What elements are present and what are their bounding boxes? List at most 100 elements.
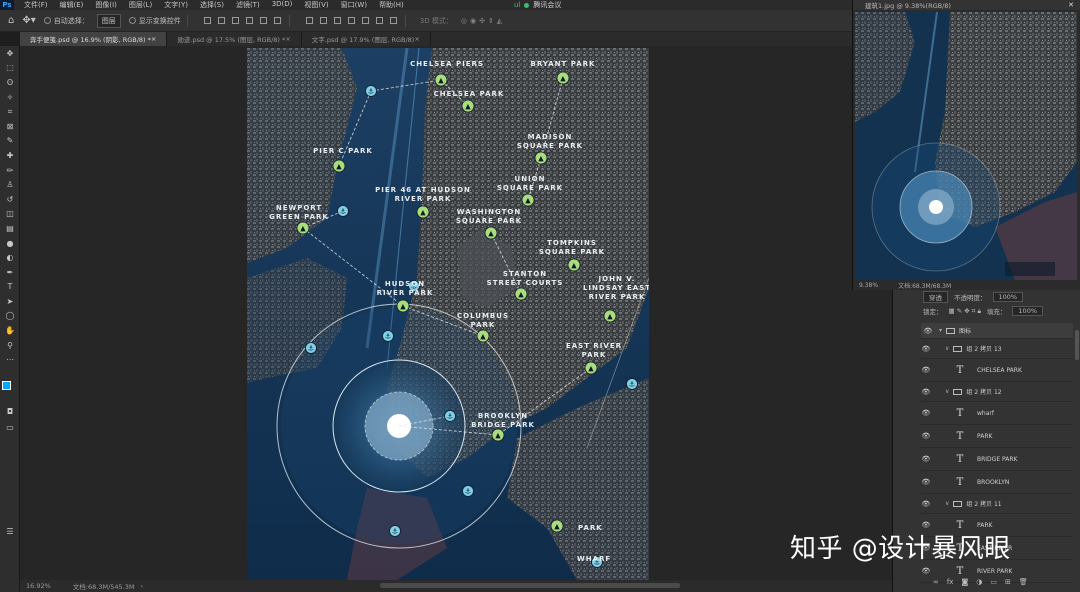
type-icon[interactable]: T <box>0 280 20 295</box>
eyedropper-icon[interactable]: ✎ <box>0 134 20 149</box>
status-arrow-icon[interactable]: › <box>140 582 143 590</box>
align-vcenter-icon[interactable] <box>217 17 225 24</box>
more-options-icon[interactable] <box>389 17 397 24</box>
marquee-icon[interactable]: ⬚ <box>0 61 20 76</box>
align-left-icon[interactable] <box>245 17 253 24</box>
visibility-eye-icon[interactable]: 👁︎ <box>921 500 931 508</box>
visibility-eye-icon[interactable]: 👁︎ <box>923 327 933 335</box>
visibility-eye-icon[interactable]: 👁︎ <box>921 409 931 417</box>
menu-item[interactable]: 文字(Y) <box>158 0 194 10</box>
new-group-icon[interactable]: ▭ <box>990 578 997 586</box>
text-layer-row[interactable]: 👁︎ T BRIDGE PARK <box>921 448 1073 471</box>
add-mask-icon[interactable]: ◙ <box>961 578 968 586</box>
horizontal-scrollbar[interactable] <box>380 583 680 588</box>
zoom-icon[interactable]: ⚲ <box>0 338 20 353</box>
group-layer-row[interactable]: 👁︎ ▾ 图标 <box>921 323 1073 339</box>
hand-icon[interactable]: ✋ <box>0 323 20 338</box>
navigator-zoom[interactable]: 9.38% <box>859 282 878 289</box>
text-layer-row[interactable]: 👁︎ T BROOKLYN <box>921 471 1073 494</box>
close-tab-icon[interactable]: × <box>414 35 419 43</box>
document-tab[interactable]: 文字.psd @ 17.9% (图层, RGB/8) × <box>302 32 431 46</box>
text-layer-row[interactable]: 👁︎ T CHELSEA PARK <box>921 359 1073 382</box>
adjustment-layer-icon[interactable]: ◑ <box>976 578 982 586</box>
layer-style-icon[interactable]: fx <box>947 578 954 586</box>
close-icon[interactable]: ✕ <box>1068 1 1074 9</box>
distribute-top-icon[interactable] <box>305 17 313 24</box>
distribute-left-icon[interactable] <box>347 17 355 24</box>
healing-icon[interactable]: ✚ <box>0 148 20 163</box>
menu-item[interactable]: 图像(I) <box>89 0 123 10</box>
zoom-readout[interactable]: 16.92% <box>26 582 51 590</box>
fill-input[interactable]: 100% <box>1012 306 1044 316</box>
distribute-vcenter-icon[interactable] <box>319 17 327 24</box>
navigator-thumbnail[interactable] <box>855 12 1077 280</box>
menu-item[interactable]: 视图(V) <box>298 0 334 10</box>
blur-icon[interactable]: ● <box>0 236 20 251</box>
visibility-eye-icon[interactable]: 👁︎ <box>921 567 931 575</box>
3d-slide-icon[interactable]: ⇕ <box>488 17 494 25</box>
tencent-meeting-indicator[interactable]: ul 腾讯会议 <box>514 0 561 10</box>
visibility-eye-icon[interactable]: 👁︎ <box>921 388 931 396</box>
align-hcenter-icon[interactable] <box>259 17 267 24</box>
brush-icon[interactable]: ✏ <box>0 163 20 178</box>
close-tab-icon[interactable]: × <box>151 35 156 43</box>
auto-select-checkbox[interactable] <box>43 17 51 24</box>
align-top-icon[interactable] <box>203 17 211 24</box>
distribute-hcenter-icon[interactable] <box>361 17 369 24</box>
auto-select-target-dropdown[interactable]: 图层 <box>96 13 121 28</box>
visibility-eye-icon[interactable]: 👁︎ <box>921 432 931 440</box>
expand-arrow-icon[interactable]: ∨ <box>945 500 949 507</box>
expand-arrow-icon[interactable]: ∨ <box>945 388 949 395</box>
expand-arrow-icon[interactable]: ∨ <box>945 345 949 352</box>
move-icon[interactable]: ✥ <box>0 46 20 61</box>
expand-arrow-icon[interactable]: ▾ <box>939 327 942 334</box>
panel-toggle-icon[interactable]: ☰ <box>0 524 20 539</box>
screen-mode-icon[interactable]: ▭ <box>0 420 20 435</box>
menu-item[interactable]: 编辑(E) <box>54 0 90 10</box>
menu-item[interactable]: 3D(D) <box>266 0 299 10</box>
visibility-eye-icon[interactable]: 👁︎ <box>921 345 931 353</box>
crop-icon[interactable]: ⌗ <box>0 104 20 119</box>
stamp-icon[interactable]: ♙ <box>0 177 20 192</box>
layers-scrollbar[interactable] <box>1075 330 1079 360</box>
blend-mode-dropdown[interactable]: 穿透 <box>923 291 948 303</box>
menu-item[interactable]: 文件(F) <box>18 0 54 10</box>
path-select-icon[interactable]: ➤ <box>0 294 20 309</box>
lock-icons[interactable]: ▦ ✎ ✥ ⌗ 🔒︎ <box>949 307 981 316</box>
group-layer-row[interactable]: 👁︎ ∨ 组 2 拷贝 11 <box>921 494 1073 514</box>
3d-scale-icon[interactable]: ◭ <box>497 17 502 25</box>
align-bottom-icon[interactable] <box>231 17 239 24</box>
menu-item[interactable]: 图层(L) <box>123 0 158 10</box>
menu-item[interactable]: 窗口(W) <box>335 0 373 10</box>
visibility-eye-icon[interactable]: 👁︎ <box>921 478 931 486</box>
gradient-icon[interactable]: ▤ <box>0 221 20 236</box>
group-layer-row[interactable]: 👁︎ ∨ 组 2 拷贝 12 <box>921 382 1073 402</box>
distribute-bottom-icon[interactable] <box>333 17 341 24</box>
dodge-icon[interactable]: ◐ <box>0 250 20 265</box>
text-layer-row[interactable]: 👁︎ Twharf <box>921 402 1073 425</box>
eraser-icon[interactable]: ◫ <box>0 207 20 222</box>
close-tab-icon[interactable]: × <box>285 35 290 43</box>
move-tool-preset-icon[interactable]: ✥▾ <box>22 15 35 26</box>
more-icon[interactable]: ⋯ <box>0 352 20 367</box>
quick-mask-icon[interactable]: ◘ <box>0 404 20 419</box>
show-transform-checkbox[interactable] <box>128 17 136 24</box>
home-icon[interactable]: ⌂ <box>8 15 14 26</box>
3d-rotate-icon[interactable]: ◎ <box>461 17 467 25</box>
shape-icon[interactable]: ◯ <box>0 309 20 324</box>
new-layer-icon[interactable]: ⊞ <box>1005 578 1011 586</box>
history-brush-icon[interactable]: ↺ <box>0 192 20 207</box>
link-layers-icon[interactable]: ∞ <box>933 578 939 586</box>
foreground-color-swatch[interactable] <box>2 381 11 390</box>
magic-wand-icon[interactable]: ✧ <box>0 90 20 105</box>
distribute-right-icon[interactable] <box>375 17 383 24</box>
group-layer-row[interactable]: 👁︎ ∨ 组 2 拷贝 13 <box>921 339 1073 359</box>
doc-size-readout[interactable]: 文档:68.3M/545.3M <box>73 581 135 591</box>
opacity-input[interactable]: 100% <box>992 292 1024 302</box>
menu-item[interactable]: 帮助(H) <box>373 0 410 10</box>
3d-roll-icon[interactable]: ◉ <box>470 17 476 25</box>
trash-icon[interactable]: 🗑︎ <box>1019 578 1028 586</box>
visibility-eye-icon[interactable]: 👁︎ <box>921 455 931 463</box>
visibility-eye-icon[interactable]: 👁︎ <box>921 366 931 374</box>
align-right-icon[interactable] <box>273 17 281 24</box>
